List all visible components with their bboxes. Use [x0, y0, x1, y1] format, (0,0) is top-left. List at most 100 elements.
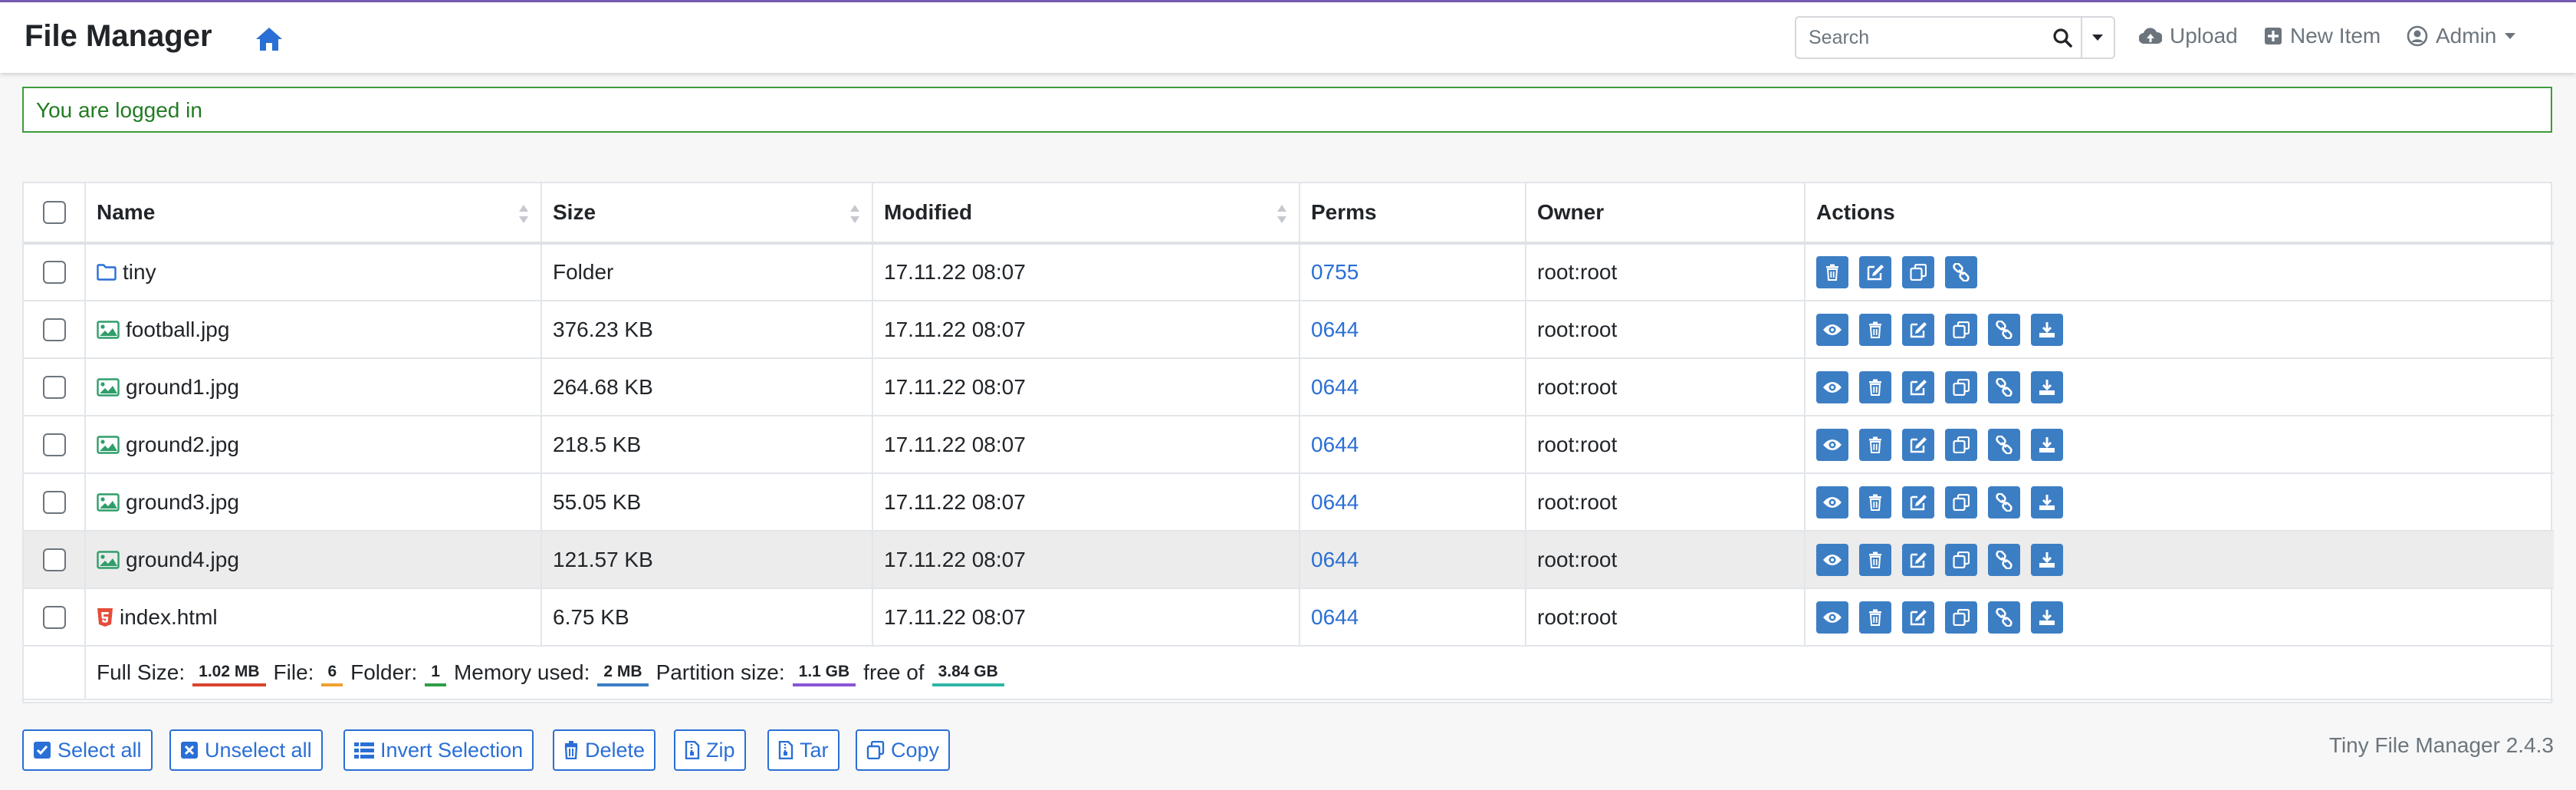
- file-perms-link[interactable]: 0755: [1311, 260, 1359, 284]
- invert-selection-button[interactable]: Invert Selection: [343, 729, 534, 771]
- trash-action-button[interactable]: [1859, 428, 1891, 461]
- copy-action-button[interactable]: [1945, 601, 1977, 634]
- search-dropdown-toggle[interactable]: [2080, 18, 2114, 58]
- download-action-button[interactable]: [2031, 428, 2063, 461]
- eye-action-button[interactable]: [1816, 370, 1848, 403]
- header-checkbox[interactable]: [42, 201, 66, 224]
- link-action-button[interactable]: [1988, 601, 2020, 634]
- edit-action-button[interactable]: [1902, 313, 1934, 346]
- eye-action-button[interactable]: [1816, 486, 1848, 518]
- file-perms-link[interactable]: 0644: [1311, 605, 1359, 629]
- row-checkbox[interactable]: [42, 261, 66, 284]
- file-name-cell[interactable]: ground2.jpg: [85, 416, 542, 474]
- column-modified[interactable]: Modified: [872, 183, 1300, 245]
- tar-button[interactable]: Tar: [767, 729, 840, 771]
- row-checkbox[interactable]: [42, 375, 66, 399]
- link-action-button[interactable]: [1945, 256, 1977, 288]
- eye-action-button[interactable]: [1816, 601, 1848, 634]
- trash-action-button[interactable]: [1859, 370, 1891, 403]
- file-name-cell[interactable]: tiny: [85, 243, 542, 301]
- table-row[interactable]: index.html 6.75 KB 17.11.22 08:07 0644 r…: [24, 588, 2554, 647]
- download-action-button[interactable]: [2031, 370, 2063, 403]
- copy-action-button[interactable]: [1945, 428, 1977, 461]
- file-name[interactable]: football.jpg: [126, 318, 229, 342]
- eye-action-button[interactable]: [1816, 428, 1848, 461]
- file-perms-link[interactable]: 0644: [1311, 548, 1359, 571]
- trash-action-button[interactable]: [1859, 486, 1891, 518]
- file-name[interactable]: ground1.jpg: [126, 375, 239, 400]
- file-perms-link[interactable]: 0644: [1311, 375, 1359, 399]
- file-perms-link[interactable]: 0644: [1311, 433, 1359, 456]
- brand-title[interactable]: File Manager: [25, 19, 212, 54]
- trash-action-button[interactable]: [1859, 601, 1891, 634]
- eye-action-button[interactable]: [1816, 313, 1848, 346]
- edit-action-button[interactable]: [1902, 428, 1934, 461]
- row-checkbox[interactable]: [42, 318, 66, 341]
- copy-action-button[interactable]: [1945, 370, 1977, 403]
- download-action-button[interactable]: [2031, 313, 2063, 346]
- unselect-all-button[interactable]: Unselect all: [169, 729, 323, 771]
- file-perms-link[interactable]: 0644: [1311, 490, 1359, 514]
- copy-action-button[interactable]: [1945, 486, 1977, 518]
- edit-action-button[interactable]: [1859, 256, 1891, 288]
- image-icon: [97, 435, 120, 454]
- table-row[interactable]: football.jpg 376.23 KB 17.11.22 08:07 06…: [24, 301, 2554, 359]
- file-name-cell[interactable]: ground3.jpg: [85, 473, 542, 532]
- trash-action-button[interactable]: [1859, 543, 1891, 576]
- edit-action-button[interactable]: [1902, 543, 1934, 576]
- edit-action-button[interactable]: [1902, 486, 1934, 518]
- table-row[interactable]: ground4.jpg 121.57 KB 17.11.22 08:07 064…: [24, 531, 2554, 589]
- download-action-button[interactable]: [2031, 543, 2063, 576]
- file-name-cell[interactable]: index.html: [85, 588, 542, 647]
- file-name[interactable]: ground4.jpg: [126, 548, 239, 572]
- table-row[interactable]: ground3.jpg 55.05 KB 17.11.22 08:07 0644…: [24, 473, 2554, 532]
- copy-action-button[interactable]: [1945, 543, 1977, 576]
- row-checkbox[interactable]: [42, 490, 66, 514]
- delete-button[interactable]: Delete: [553, 729, 656, 771]
- file-perms-link[interactable]: 0644: [1311, 318, 1359, 341]
- admin-menu[interactable]: Admin: [2407, 24, 2516, 48]
- eye-icon: [1822, 553, 1842, 567]
- select-all-button[interactable]: Select all: [22, 729, 153, 771]
- file-name[interactable]: index.html: [120, 605, 218, 630]
- edit-action-button[interactable]: [1902, 601, 1934, 634]
- download-action-button[interactable]: [2031, 486, 2063, 518]
- row-checkbox[interactable]: [42, 548, 66, 571]
- search-input[interactable]: [1796, 18, 2045, 58]
- zip-button[interactable]: Zip: [674, 729, 746, 771]
- table-row[interactable]: ground2.jpg 218.5 KB 17.11.22 08:07 0644…: [24, 416, 2554, 474]
- home-icon[interactable]: [255, 26, 284, 52]
- column-owner: Owner: [1526, 183, 1806, 245]
- download-action-button[interactable]: [2031, 601, 2063, 634]
- trash-action-button[interactable]: [1816, 256, 1848, 288]
- table-row[interactable]: tiny Folder 17.11.22 08:07 0755 root:roo…: [24, 243, 2554, 301]
- table-row[interactable]: ground1.jpg 264.68 KB 17.11.22 08:07 064…: [24, 358, 2554, 416]
- row-checkbox[interactable]: [42, 605, 66, 629]
- link-action-button[interactable]: [1988, 486, 2020, 518]
- file-name[interactable]: ground3.jpg: [126, 490, 239, 515]
- row-checkbox[interactable]: [42, 433, 66, 456]
- column-size[interactable]: Size: [541, 183, 873, 245]
- file-name[interactable]: tiny: [123, 260, 156, 285]
- link-action-button[interactable]: [1988, 313, 2020, 346]
- file-name-cell[interactable]: ground4.jpg: [85, 531, 542, 589]
- copy-action-button[interactable]: [1902, 256, 1934, 288]
- trash-action-button[interactable]: [1859, 313, 1891, 346]
- file-name[interactable]: ground2.jpg: [126, 433, 239, 457]
- new-item-link[interactable]: New Item: [2264, 24, 2380, 48]
- sort-icon: [850, 205, 859, 223]
- column-name[interactable]: Name: [85, 183, 542, 245]
- link-icon: [1995, 492, 2013, 512]
- eye-action-button[interactable]: [1816, 543, 1848, 576]
- copy-button[interactable]: Copy: [856, 729, 951, 771]
- file-name-cell[interactable]: football.jpg: [85, 301, 542, 359]
- search-icon[interactable]: [2045, 18, 2081, 58]
- link-action-button[interactable]: [1988, 370, 2020, 403]
- trash-icon: [564, 741, 578, 759]
- link-action-button[interactable]: [1988, 543, 2020, 576]
- file-name-cell[interactable]: ground1.jpg: [85, 358, 542, 416]
- edit-action-button[interactable]: [1902, 370, 1934, 403]
- upload-link[interactable]: Upload: [2139, 24, 2238, 48]
- link-action-button[interactable]: [1988, 428, 2020, 461]
- copy-action-button[interactable]: [1945, 313, 1977, 346]
